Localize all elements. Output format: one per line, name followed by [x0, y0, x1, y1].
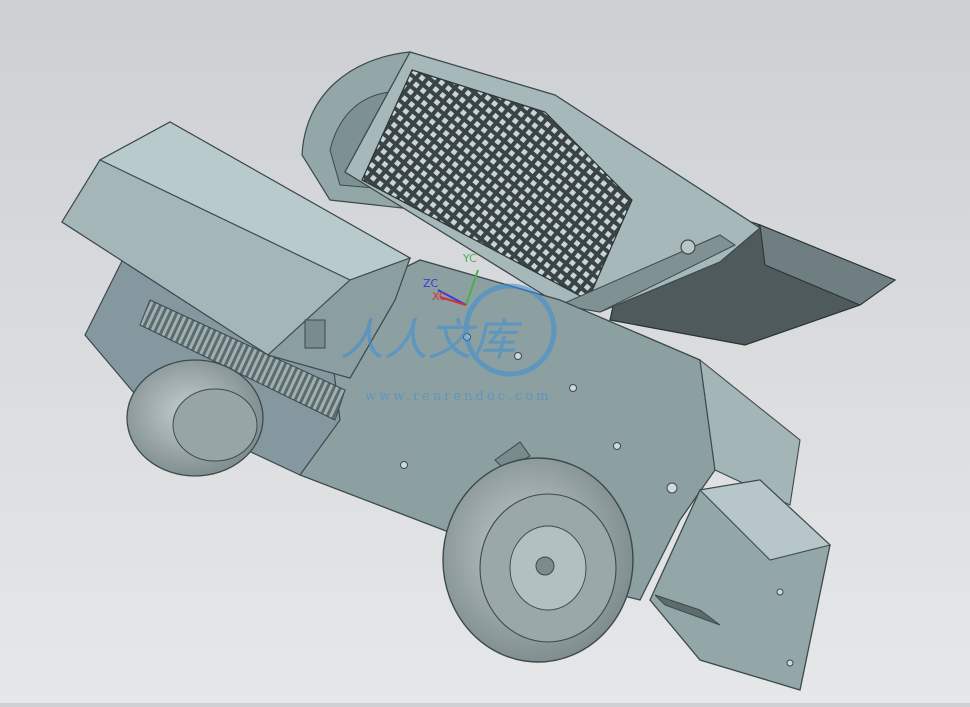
- watermark-main-text: 人人文库: [340, 315, 523, 366]
- hood-latch[interactable]: [304, 319, 326, 349]
- cad-model-render[interactable]: YC ZC XC 人人文库 www.renrendoc.com: [0, 0, 970, 703]
- watermark-url: www.renrendoc.com: [365, 389, 552, 404]
- wheel-hub: [535, 556, 555, 576]
- yc-label: YC: [462, 252, 477, 265]
- front-wheel[interactable]: [442, 457, 634, 663]
- xc-label: XC: [432, 290, 447, 303]
- cad-viewport[interactable]: YC ZC XC 人人文库 www.renrendoc.com: [0, 0, 970, 703]
- zc-label: ZC: [423, 277, 439, 290]
- left-wheel[interactable]: [126, 359, 264, 477]
